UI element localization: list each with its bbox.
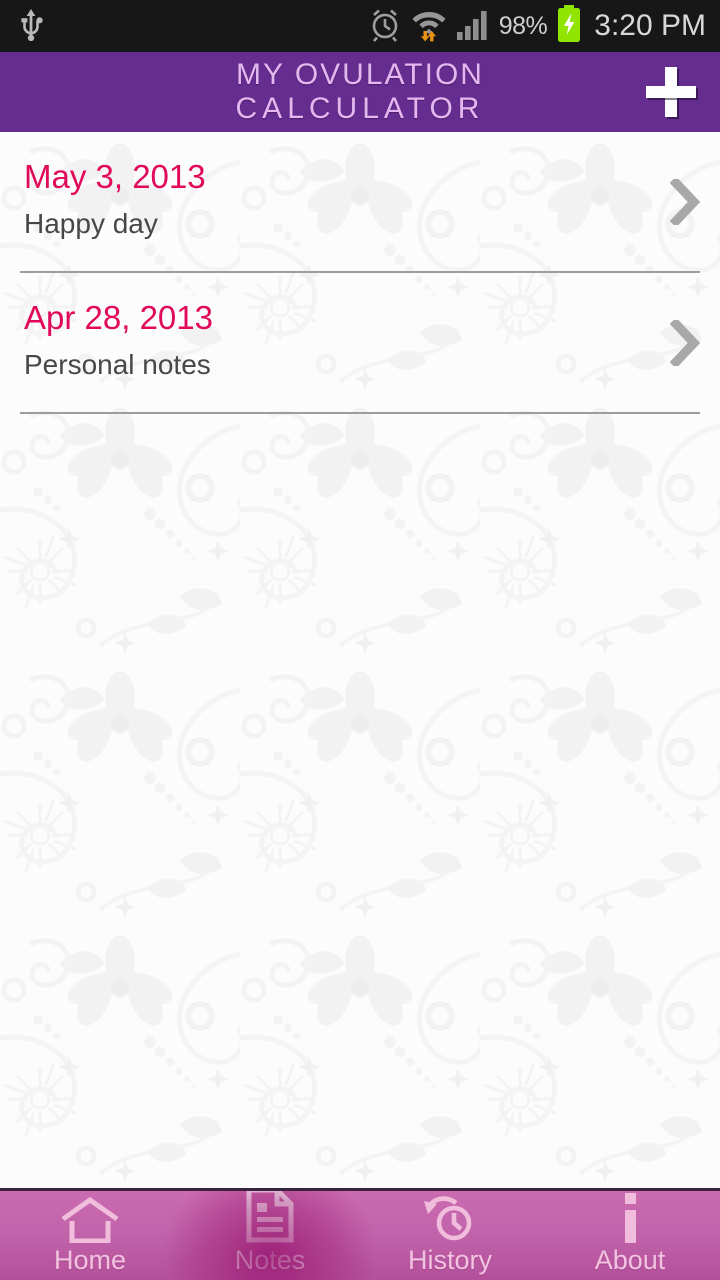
notes-content: May 3, 2013 Happy day Apr 28, 2013 Perso…	[0, 132, 720, 1188]
alarm-clock-icon	[368, 6, 402, 47]
note-date: Apr 28, 2013	[24, 299, 213, 336]
bottom-navigation-bar: Home Notes History About	[0, 1188, 720, 1280]
status-bar-left	[18, 7, 44, 46]
battery-charging-icon	[556, 4, 582, 48]
list-divider	[20, 412, 700, 414]
nav-tab-about[interactable]: About	[540, 1191, 720, 1280]
note-date: May 3, 2013	[24, 158, 206, 195]
note-preview: Happy day	[24, 208, 158, 239]
history-clock-icon	[421, 1195, 479, 1243]
notes-document-icon	[246, 1191, 294, 1243]
home-icon	[59, 1196, 121, 1243]
page-title-line1: MY OVULATION	[236, 58, 484, 91]
page-title-line2: CALCULATOR	[235, 92, 485, 125]
cellular-signal-icon	[456, 7, 490, 46]
note-list-item[interactable]: Apr 28, 2013 Personal notes	[0, 273, 720, 412]
nav-tab-home[interactable]: Home	[0, 1191, 180, 1280]
nav-tab-history[interactable]: History	[360, 1191, 540, 1280]
status-bar-right: 98% 3:20 PM	[368, 4, 706, 48]
nav-label-about: About	[594, 1244, 666, 1275]
notes-list: May 3, 2013 Happy day Apr 28, 2013 Perso…	[0, 132, 720, 414]
status-bar-clock: 3:20 PM	[594, 9, 706, 42]
note-preview: Personal notes	[24, 349, 211, 380]
usb-icon	[18, 7, 44, 46]
note-list-item[interactable]: May 3, 2013 Happy day	[0, 132, 720, 271]
chevron-right-icon	[669, 176, 701, 227]
nav-label-home: Home	[53, 1244, 127, 1275]
add-note-button[interactable]	[636, 57, 706, 127]
page-title: MY OVULATION CALCULATOR	[0, 52, 720, 132]
app-root: 98% 3:20 PM MY OVULATION CALCULATOR May …	[0, 0, 720, 1280]
info-i-icon	[617, 1192, 643, 1243]
nav-label-notes: Notes	[234, 1244, 306, 1275]
chevron-right-icon	[669, 317, 701, 368]
app-header: MY OVULATION CALCULATOR	[0, 52, 720, 132]
wifi-transfer-icon	[411, 6, 447, 47]
battery-percent-label: 98%	[498, 11, 548, 40]
nav-tab-notes[interactable]: Notes	[165, 1191, 375, 1280]
plus-icon	[644, 65, 698, 119]
nav-label-history: History	[407, 1244, 492, 1275]
status-bar: 98% 3:20 PM	[0, 0, 720, 52]
